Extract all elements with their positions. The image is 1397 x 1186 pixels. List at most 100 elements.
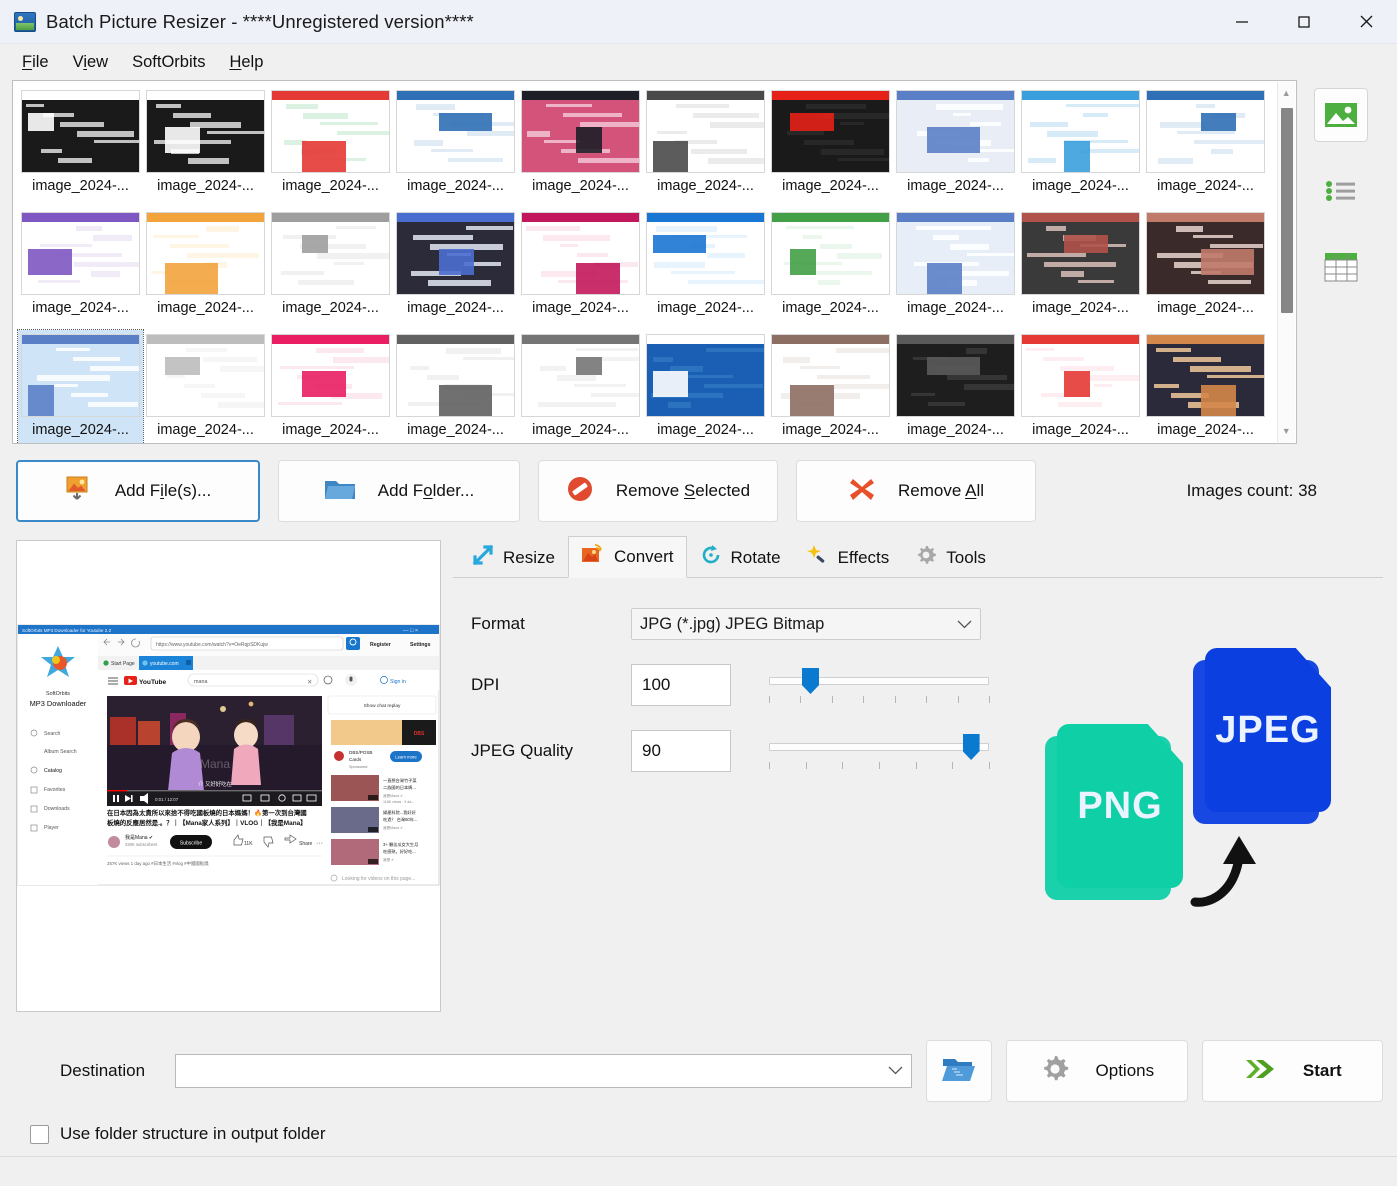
thumbnail-item[interactable]: image_2024-... — [518, 208, 643, 330]
dpi-slider-thumb[interactable] — [802, 668, 819, 694]
thumbnail-item[interactable]: image_2024-... — [893, 86, 1018, 208]
format-select[interactable]: JPG (*.jpg) JPEG Bitmap — [631, 608, 981, 640]
chevron-down-icon[interactable] — [888, 1062, 903, 1080]
dpi-label: DPI — [471, 675, 631, 695]
thumbnail-list[interactable]: image_2024-...image_2024-...image_2024-.… — [12, 80, 1297, 444]
dpi-input[interactable]: 100 — [631, 664, 731, 706]
thumbnail-item[interactable]: image_2024-... — [643, 208, 768, 330]
gear-icon — [915, 544, 937, 571]
dpi-slider[interactable] — [769, 664, 989, 706]
preview-image: SoftOrbits MP3 Downloader for Youtube 2.… — [17, 541, 440, 1011]
thumbnail-view-button[interactable] — [1314, 88, 1368, 142]
thumbnail-image — [646, 212, 765, 295]
svg-text:330K subscribers: 330K subscribers — [125, 842, 157, 847]
tab-tools[interactable]: Tools — [902, 537, 999, 578]
thumbnail-label: image_2024-... — [657, 422, 754, 438]
thumbnail-item[interactable]: image_2024-... — [1143, 86, 1268, 208]
thumbnail-image — [21, 90, 140, 173]
thumbnail-item[interactable]: image_2024-... — [143, 208, 268, 330]
thumbnail-item[interactable]: image_2024-... — [18, 86, 143, 208]
thumbnail-item[interactable]: image_2024-... — [1018, 330, 1143, 444]
quality-slider-track — [769, 743, 989, 751]
svg-text:mana: mana — [194, 679, 208, 685]
quality-input[interactable]: 90 — [631, 730, 731, 772]
add-files-button[interactable]: Add File(s)... — [16, 460, 260, 522]
start-button[interactable]: Start — [1202, 1040, 1383, 1102]
menu-softorbits[interactable]: SoftOrbits — [122, 49, 215, 76]
scroll-up-arrow[interactable]: ▲ — [1278, 84, 1295, 102]
thumbnail-item[interactable]: image_2024-... — [18, 208, 143, 330]
folder-structure-row[interactable]: Use folder structure in output folder — [0, 1102, 1397, 1144]
thumbnail-image — [21, 212, 140, 295]
svg-text:https://www.youtube.com/watch?: https://www.youtube.com/watch?v=OeRqpSDK… — [156, 642, 268, 648]
list-view-button[interactable] — [1314, 164, 1368, 218]
svg-text:youtube.com: youtube.com — [150, 661, 179, 667]
thumbnail-item[interactable]: image_2024-... — [643, 86, 768, 208]
start-label: Start — [1303, 1061, 1342, 1081]
svg-text:Sign in: Sign in — [390, 679, 406, 685]
destination-input[interactable] — [175, 1054, 912, 1088]
tab-resize[interactable]: Resize — [459, 537, 568, 578]
folder-structure-checkbox[interactable] — [30, 1125, 49, 1144]
png-document-front: PNG — [1057, 724, 1183, 888]
svg-text:✕: ✕ — [307, 679, 312, 686]
thumbnail-item[interactable]: image_2024-... — [1143, 208, 1268, 330]
thumbnail-item[interactable]: image_2024-... — [768, 330, 893, 444]
thumbnail-item[interactable]: image_2024-... — [393, 208, 518, 330]
thumbnail-item[interactable]: image_2024-... — [893, 208, 1018, 330]
thumbnail-item[interactable]: image_2024-... — [268, 208, 393, 330]
quality-label: JPEG Quality — [471, 741, 631, 761]
options-button[interactable]: Options — [1006, 1040, 1187, 1102]
thumbnail-item[interactable]: image_2024-... — [768, 86, 893, 208]
remove-all-button[interactable]: Remove All — [796, 460, 1036, 522]
browse-destination-button[interactable] — [926, 1040, 992, 1102]
thumbnail-item[interactable]: image_2024-... — [143, 86, 268, 208]
thumbnail-item[interactable]: image_2024-... — [143, 330, 268, 444]
scroll-down-arrow[interactable]: ▼ — [1278, 422, 1295, 440]
thumbnail-label: image_2024-... — [407, 178, 504, 194]
thumbnail-item[interactable]: image_2024-... — [1143, 330, 1268, 444]
scrollbar-thumb[interactable] — [1281, 108, 1293, 313]
thumbnail-image — [396, 90, 515, 173]
thumbnail-item[interactable]: image_2024-... — [18, 330, 143, 444]
thumbnail-item[interactable]: image_2024-... — [1018, 86, 1143, 208]
menu-file[interactable]: File — [12, 49, 59, 76]
tab-rotate[interactable]: Rotate — [687, 537, 794, 578]
quality-slider[interactable] — [769, 730, 989, 772]
thumbnail-item[interactable]: image_2024-... — [518, 330, 643, 444]
thumbnail-item[interactable]: image_2024-... — [518, 86, 643, 208]
thumbnail-item[interactable]: image_2024-... — [1018, 208, 1143, 330]
thumbnail-item[interactable]: image_2024-... — [393, 330, 518, 444]
remove-all-label: Remove All — [898, 481, 984, 501]
quality-slider-ticks — [769, 762, 989, 770]
thumbnail-image — [771, 90, 890, 173]
destination-label: Destination — [60, 1061, 145, 1081]
menu-help[interactable]: Help — [219, 49, 273, 76]
image-preview-panel[interactable]: SoftOrbits MP3 Downloader for Youtube 2.… — [16, 540, 441, 1012]
thumbnail-image — [1146, 212, 1265, 295]
thumbnail-item[interactable]: image_2024-... — [268, 330, 393, 444]
thumbnail-item[interactable]: image_2024-... — [643, 330, 768, 444]
menu-file-label: ile — [32, 53, 49, 71]
quality-slider-thumb[interactable] — [963, 734, 980, 760]
status-bar — [0, 1156, 1397, 1186]
details-view-button[interactable] — [1314, 240, 1368, 294]
thumbnail-item[interactable]: image_2024-... — [768, 208, 893, 330]
thumbnail-item[interactable]: image_2024-... — [893, 330, 1018, 444]
minimize-button[interactable] — [1211, 0, 1273, 43]
thumbnail-image — [1146, 334, 1265, 417]
thumbnail-label: image_2024-... — [1032, 178, 1129, 194]
tab-effects[interactable]: Effects — [794, 537, 903, 578]
format-value: JPG (*.jpg) JPEG Bitmap — [640, 615, 824, 634]
add-folder-button[interactable]: Add Folder... — [278, 460, 520, 522]
conversion-illustration: PNG JPEG — [1039, 640, 1369, 940]
thumbnail-item[interactable]: image_2024-... — [393, 86, 518, 208]
thumbnail-item[interactable]: image_2024-... — [268, 86, 393, 208]
menu-view[interactable]: View — [63, 49, 118, 76]
thumbnail-image — [896, 334, 1015, 417]
remove-selected-button[interactable]: Remove Selected — [538, 460, 778, 522]
thumbnail-scrollbar[interactable]: ▲ ▼ — [1277, 82, 1295, 442]
close-button[interactable] — [1335, 0, 1397, 43]
maximize-button[interactable] — [1273, 0, 1335, 43]
tab-convert[interactable]: Convert — [568, 536, 687, 578]
